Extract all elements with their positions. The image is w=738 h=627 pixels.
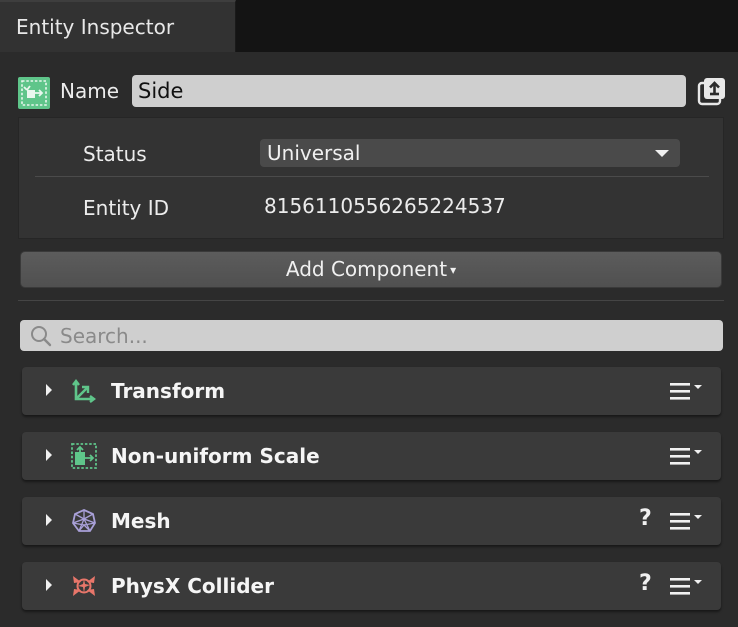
physx-collider-icon [73, 576, 95, 596]
tab-entity-inspector[interactable]: Entity Inspector [0, 0, 236, 52]
name-label: Name [60, 79, 120, 103]
add-component-label: Add Component [285, 257, 448, 281]
name-input[interactable]: Side [132, 75, 686, 107]
expand-arrow-icon[interactable] [46, 514, 52, 526]
non-uniform-scale-icon [71, 443, 97, 469]
chevron-down-icon [655, 150, 669, 157]
status-label: Status [83, 142, 147, 166]
entity-id-value: 8156110556265224537 [264, 194, 506, 218]
transform-icon [72, 379, 96, 403]
component-title: Non-uniform Scale [111, 444, 320, 468]
title-bar: Entity Inspector [0, 0, 738, 52]
inspector-content: Name Side Status Universal Entity ID 815… [0, 52, 738, 627]
help-icon[interactable]: ? [639, 506, 652, 531]
status-dropdown[interactable]: Universal [260, 139, 680, 167]
entity-id-label: Entity ID [83, 196, 170, 220]
search-placeholder: Search... [60, 324, 148, 348]
search-input[interactable]: Search... [20, 320, 723, 351]
component-title: PhysX Collider [111, 574, 274, 598]
expand-arrow-icon[interactable] [46, 449, 52, 461]
dropdown-caret-icon: ▾ [450, 263, 457, 277]
copy-icon[interactable] [697, 76, 727, 106]
status-value: Universal [267, 141, 361, 165]
component-non-uniform-scale[interactable]: Non-uniform Scale [22, 432, 721, 480]
mesh-icon [72, 509, 96, 532]
component-title: Mesh [111, 509, 171, 533]
help-icon[interactable]: ? [639, 571, 652, 596]
expand-arrow-icon[interactable] [46, 384, 52, 396]
component-title: Transform [111, 379, 226, 403]
expand-arrow-icon[interactable] [46, 579, 52, 591]
component-transform[interactable]: Transform [22, 367, 721, 415]
entity-properties-panel: Status Universal Entity ID 8156110556265… [18, 117, 724, 239]
name-row: Name Side [18, 74, 728, 110]
component-menu-icon[interactable] [670, 511, 706, 531]
entity-icon [18, 77, 50, 109]
component-menu-icon[interactable] [670, 576, 706, 596]
component-menu-icon[interactable] [670, 446, 706, 466]
component-mesh[interactable]: Mesh ? [22, 497, 721, 545]
component-physx-collider[interactable]: PhysX Collider ? [22, 562, 721, 610]
component-menu-icon[interactable] [670, 381, 706, 401]
add-component-button[interactable]: Add Component ▾ [20, 251, 722, 288]
section-divider [18, 300, 724, 301]
search-icon [31, 326, 52, 347]
property-separator [35, 176, 709, 177]
